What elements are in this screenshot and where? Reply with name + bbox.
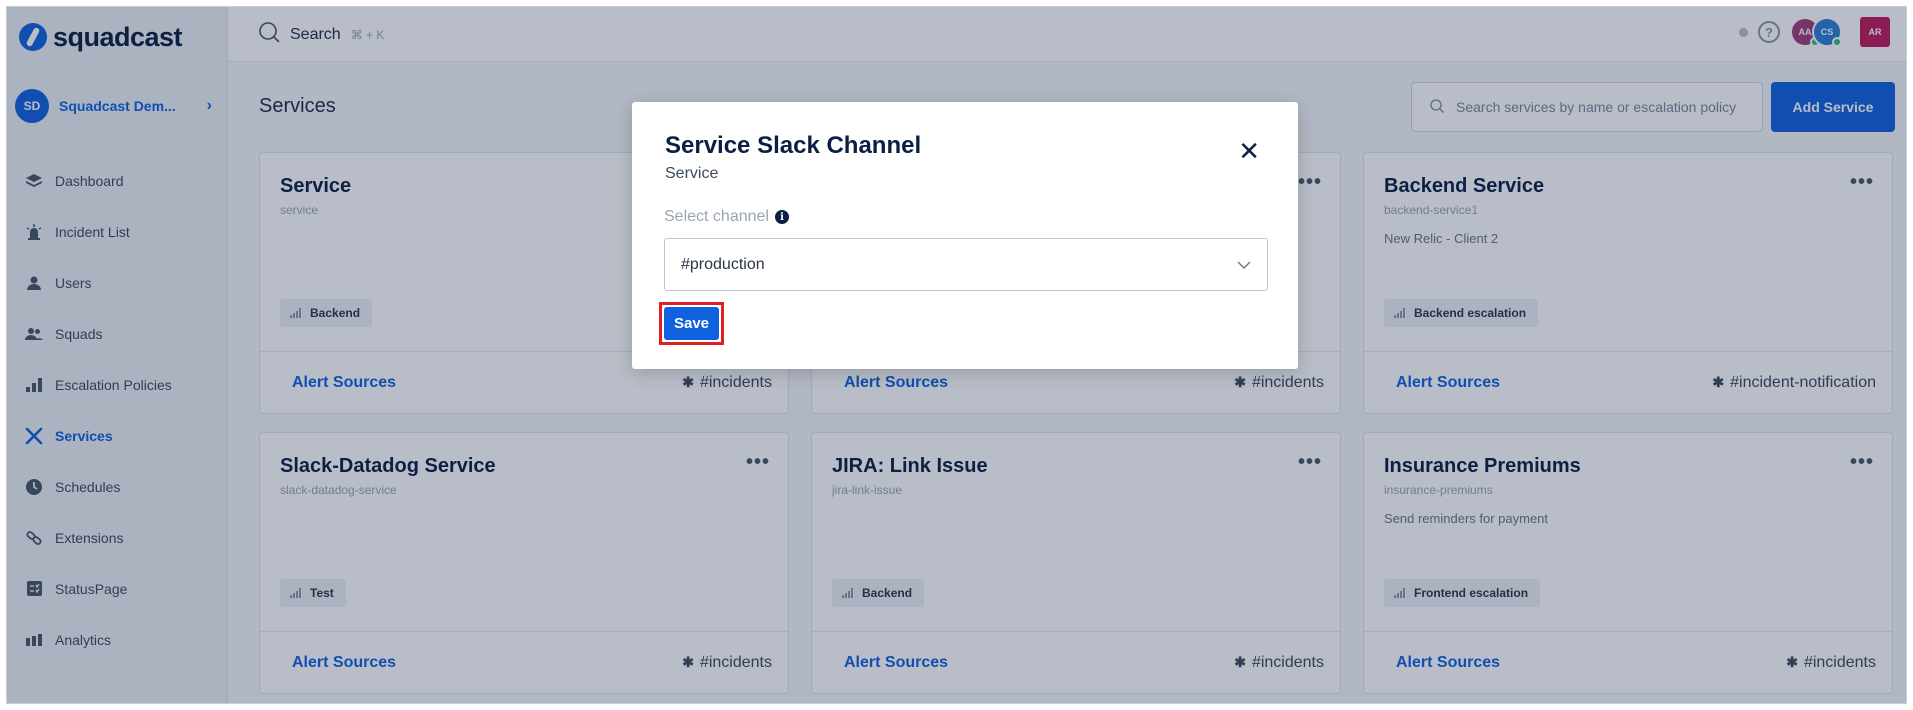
- modal-title: Service Slack Channel: [665, 132, 922, 159]
- app-window: squadcast SD Squadcast Dem... › Dashboar…: [6, 6, 1907, 704]
- save-button[interactable]: Save: [664, 307, 719, 340]
- select-channel-label: Select channel i: [664, 208, 789, 226]
- slack-channel-modal: Service Slack Channel Service ✕ Select c…: [632, 102, 1298, 369]
- info-icon[interactable]: i: [774, 210, 789, 224]
- field-label-text: Select channel: [664, 208, 769, 225]
- selected-channel: #production: [681, 255, 765, 273]
- channel-select[interactable]: #production: [664, 238, 1268, 291]
- chevron-down-icon: [1237, 256, 1251, 274]
- close-icon[interactable]: ✕: [1238, 138, 1260, 164]
- modal-subtitle: Service: [665, 165, 719, 182]
